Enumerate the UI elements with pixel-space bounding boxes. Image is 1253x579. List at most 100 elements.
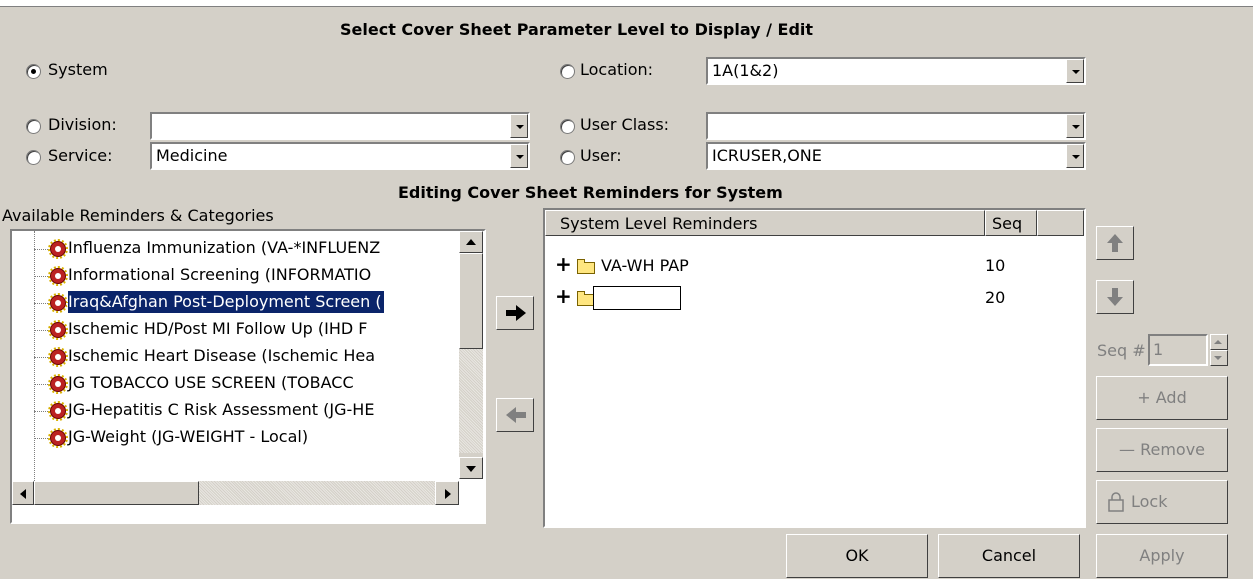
tree-connector-line [34,438,48,439]
cancel-button[interactable]: Cancel [938,534,1080,578]
add-button-label: + Add [1137,388,1187,407]
scroll-down-button[interactable] [459,457,483,479]
user-combo-value: ICRUSER,ONE [712,146,822,165]
location-combo[interactable]: 1A(1&2) [706,57,1086,85]
scroll-thumb[interactable] [34,481,199,505]
lock-button[interactable]: Lock [1096,480,1228,524]
add-to-system-button[interactable] [496,296,534,330]
list-item[interactable]: Iraq&Afghan Post-Deployment Screen ( [67,290,385,314]
scroll-thumb[interactable] [459,253,483,349]
move-down-button[interactable] [1096,280,1134,314]
background-window-strip [0,0,1253,7]
move-up-button[interactable] [1096,226,1134,260]
division-radio[interactable] [26,119,41,134]
service-combo-value: Medicine [156,146,228,165]
apply-button[interactable]: Apply [1096,534,1228,578]
arrow-down-icon [466,466,476,472]
column-header-seq-label: Seq [992,214,1023,233]
vertical-scrollbar[interactable] [459,231,483,479]
chevron-down-icon[interactable] [1066,59,1084,83]
editing-header: Editing Cover Sheet Reminders for System [398,183,783,202]
reminder-icon [48,374,68,394]
list-item[interactable]: JG-Weight (JG-WEIGHT - Local) [68,426,308,448]
chevron-down-icon[interactable] [1066,144,1084,168]
chevron-up-icon [1214,340,1222,344]
seq-input[interactable]: 1 [1148,334,1208,366]
column-header-name-label: System Level Reminders [560,214,758,233]
list-item[interactable]: Ischemic HD/Post MI Follow Up (IHD F [68,318,368,340]
reminder-seq: 10 [985,256,1006,275]
user-class-radio[interactable] [560,119,575,134]
list-item[interactable]: Informational Screening (INFORMATIO [68,264,371,286]
scroll-track[interactable] [199,481,435,505]
user-radio-label: User: [580,146,622,165]
remove-button-label: — Remove [1118,440,1205,459]
system-radio[interactable] [26,64,41,79]
location-combo-value: 1A(1&2) [712,61,779,80]
location-radio-label: Location: [580,60,654,79]
arrow-right-icon [506,305,526,321]
chevron-down-icon[interactable] [1066,114,1084,138]
arrow-up-icon [466,239,476,245]
reminder-seq: 20 [985,288,1006,307]
system-level-reminders-list[interactable]: System Level Reminders Seq + VA-WH PAP 1… [543,208,1086,528]
division-combo[interactable] [150,112,530,140]
service-radio-label: Service: [48,146,113,165]
reminder-icon [48,320,68,340]
scroll-up-button[interactable] [459,231,483,253]
horizontal-scrollbar[interactable] [12,481,459,505]
scroll-right-button[interactable] [435,481,459,505]
tree-connector-line [34,249,48,250]
scroll-left-button[interactable] [12,481,34,505]
chevron-down-icon[interactable] [510,114,528,138]
tree-connector-line [34,357,48,358]
tree-connector-line [34,276,48,277]
user-radio[interactable] [560,150,575,165]
expand-icon[interactable]: + [555,252,572,276]
redacted-box [593,286,681,310]
tree-connector-line [34,384,48,385]
available-reminders-tree[interactable]: Influenza Immunization (VA-*INFLUENZ Info… [10,229,486,524]
service-combo[interactable]: Medicine [150,142,530,170]
column-header-name[interactable]: System Level Reminders [545,210,985,236]
param-level-header: Select Cover Sheet Parameter Level to Di… [340,20,814,39]
list-item[interactable]: Ischemic Heart Disease (Ischemic Hea [68,345,375,367]
list-item[interactable]: Influenza Immunization (VA-*INFLUENZ [68,237,380,259]
expand-icon[interactable]: + [555,284,572,308]
reminder-icon [48,266,68,286]
tree-connector-line [34,330,48,331]
service-radio[interactable] [26,150,41,165]
list-item[interactable]: JG-Hepatitis C Risk Assessment (JG-HE [68,399,374,421]
user-class-combo[interactable] [706,112,1086,140]
arrow-left-icon [506,407,526,423]
folder-icon [577,259,595,274]
list-item[interactable]: JG TOBACCO USE SCREEN (TOBACC [68,372,354,394]
remove-button[interactable]: — Remove [1096,428,1228,472]
tree-connector-line [34,411,48,412]
user-combo[interactable]: ICRUSER,ONE [706,142,1086,170]
ok-button[interactable]: OK [786,534,928,578]
remove-from-system-button[interactable] [496,398,534,432]
division-radio-label: Division: [48,115,117,134]
user-class-radio-label: User Class: [580,115,670,134]
reminder-icon [48,347,68,367]
location-radio[interactable] [560,64,575,79]
reminder-icon [48,401,68,421]
table-row[interactable]: + VA-WH PAP 10 [545,252,1084,278]
column-header-seq[interactable]: Seq [985,210,1037,236]
column-header-filler [1037,210,1084,236]
reminder-icon [48,293,68,313]
tree-connector-line [34,303,48,304]
chevron-down-icon[interactable] [510,144,528,168]
reminder-icon [48,428,68,448]
reminder-name: VA-WH PAP [601,256,689,275]
table-row[interactable]: + 20 [545,284,1084,310]
add-button[interactable]: + Add [1096,376,1228,420]
seq-spin-up[interactable] [1210,334,1228,350]
seq-spin-down[interactable] [1210,350,1228,366]
available-reminders-label: Available Reminders & Categories [2,206,274,225]
chevron-down-icon [1214,356,1222,360]
arrow-down-icon [1107,288,1123,306]
apply-button-label: Apply [1139,546,1185,565]
arrow-right-icon [445,489,451,499]
